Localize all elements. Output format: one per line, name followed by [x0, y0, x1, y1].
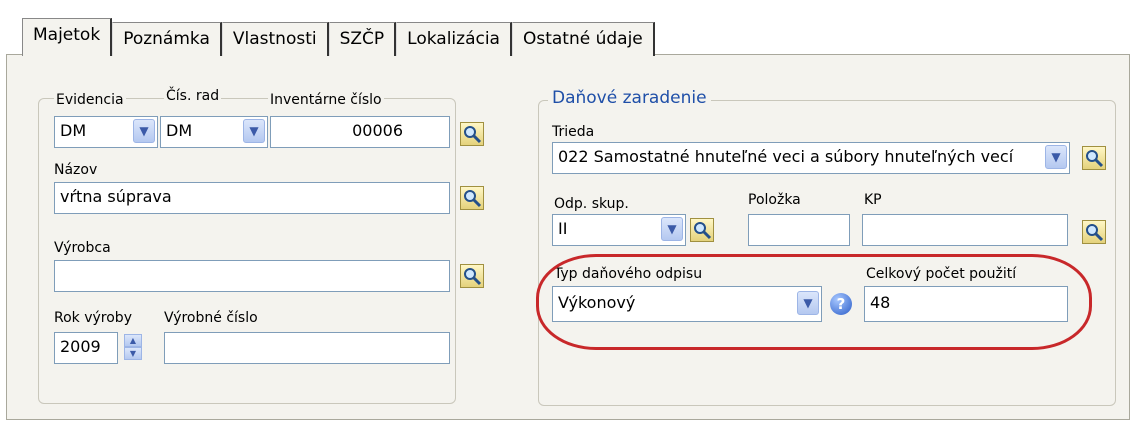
chevron-down-icon[interactable]: ▼	[243, 119, 265, 143]
lookup-icon[interactable]	[460, 264, 484, 288]
odp-skup-select[interactable]: II ▼	[552, 214, 686, 246]
rok-vyroby-input[interactable]: 2009	[54, 332, 118, 364]
vyrobca-input[interactable]	[54, 260, 450, 292]
spin-down-icon[interactable]: ▼	[124, 347, 142, 360]
dialog-window: Majetok Poznámka Vlastnosti SZČP Lokaliz…	[0, 0, 1142, 428]
odp-skup-label: Odp. skup.	[554, 196, 629, 212]
tab-vlastnosti[interactable]: Vlastnosti	[221, 22, 329, 56]
vyrobca-label: Výrobca	[54, 240, 111, 256]
highlight-annotation	[536, 254, 1092, 350]
cis-rad-value: DM	[166, 121, 193, 140]
vyrobne-cislo-label: Výrobné číslo	[164, 310, 258, 326]
trieda-select[interactable]: 022 Samostatné hnuteľné veci a súbory hn…	[552, 142, 1070, 174]
danove-zaradenie-title: Daňové zaradenie	[548, 88, 711, 108]
chevron-down-icon[interactable]: ▼	[1045, 145, 1067, 169]
tab-poznamka[interactable]: Poznámka	[112, 22, 222, 56]
kp-input[interactable]	[862, 214, 1068, 246]
odp-skup-value: II	[558, 219, 568, 238]
lookup-icon[interactable]	[1082, 220, 1106, 244]
cis-rad-label: Čís. rad	[164, 88, 222, 104]
inventarne-cislo-label: Inventárne číslo	[268, 92, 384, 108]
polozka-label: Položka	[748, 192, 801, 208]
tab-ostatne-udaje[interactable]: Ostatné údaje	[511, 22, 655, 56]
evidencia-label: Evidencia	[54, 92, 126, 108]
lookup-icon[interactable]	[460, 186, 484, 210]
chevron-down-icon[interactable]: ▼	[133, 119, 155, 143]
nazov-label: Názov	[54, 162, 98, 178]
lookup-icon[interactable]	[1082, 146, 1106, 170]
cis-rad-select[interactable]: DM ▼	[160, 116, 268, 148]
trieda-label: Trieda	[552, 124, 595, 140]
rok-vyroby-label: Rok výroby	[54, 310, 132, 326]
tab-lokalizacia[interactable]: Lokalizácia	[396, 22, 512, 56]
tab-szcp[interactable]: SZČP	[328, 22, 397, 56]
kp-label: KP	[864, 192, 882, 208]
chevron-down-icon[interactable]: ▼	[661, 217, 683, 241]
lookup-icon[interactable]	[460, 122, 484, 146]
nazov-input[interactable]: vŕtna súprava	[54, 182, 450, 214]
evidencia-value: DM	[60, 121, 87, 140]
tab-majetok[interactable]: Majetok	[22, 18, 113, 56]
trieda-value: 022 Samostatné hnuteľné veci a súbory hn…	[558, 147, 1014, 166]
spin-up-icon[interactable]: ▲	[124, 334, 142, 347]
tab-strip: Majetok Poznámka Vlastnosti SZČP Lokaliz…	[22, 18, 655, 56]
vyrobne-cislo-input[interactable]	[164, 332, 450, 364]
inventarne-cislo-input[interactable]: 00006	[270, 116, 450, 148]
rok-vyroby-spinner[interactable]: ▲ ▼	[124, 334, 142, 362]
lookup-icon[interactable]	[690, 218, 714, 242]
polozka-input[interactable]	[748, 214, 850, 246]
evidencia-select[interactable]: DM ▼	[54, 116, 158, 148]
